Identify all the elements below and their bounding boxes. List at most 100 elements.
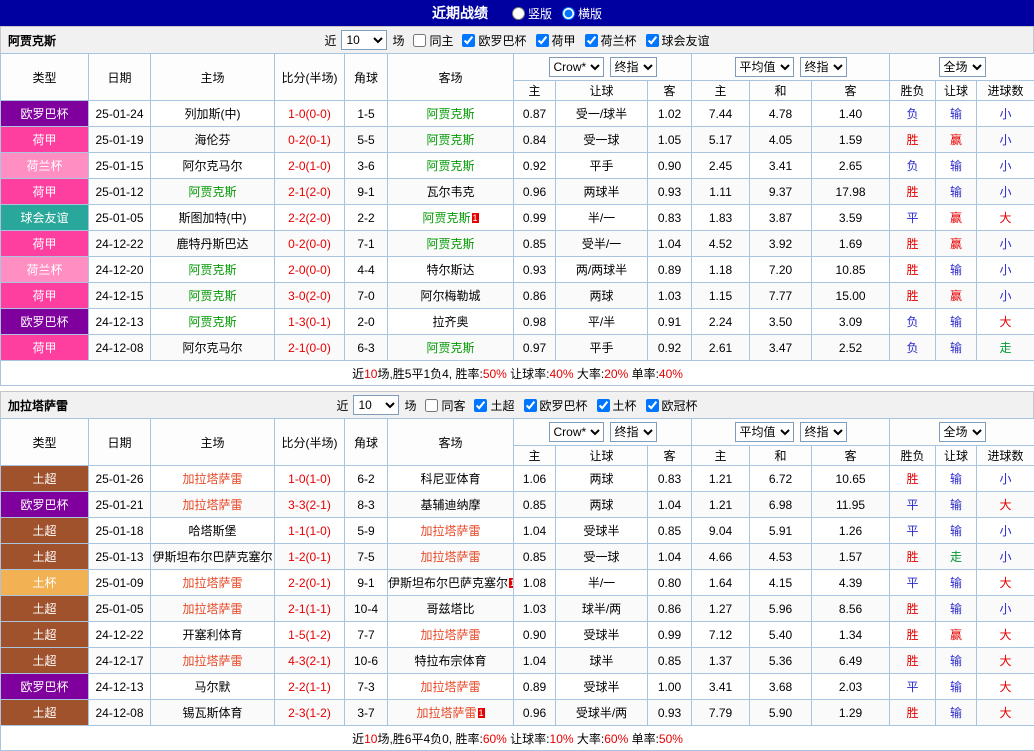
avg-stage-select[interactable]: 终指 [800,422,847,442]
team-link[interactable]: 马尔默 [194,680,230,694]
result-goals-cell: 小 [977,257,1034,283]
team-link[interactable]: 阿贾克斯 [426,159,474,173]
team-link[interactable]: 列加斯(中) [185,107,241,121]
avg-select[interactable]: 平均值 [735,422,794,442]
team-link[interactable]: 科尼亚体育 [420,472,480,486]
league-checkbox-label[interactable]: 欧罗巴杯 [520,397,588,414]
match-date: 25-01-15 [89,153,151,179]
sub-column-header: 客 [812,81,890,101]
avg-away-cell: 11.95 [812,492,890,518]
result-goals-cell: 小 [977,544,1034,570]
team-link[interactable]: 阿贾克斯 [426,107,474,121]
result-goals-cell: 大 [977,570,1034,596]
summary-text: 10 [364,367,377,381]
team-link[interactable]: 阿尔梅勒城 [420,289,480,303]
team-link[interactable]: 加拉塔萨雷 [182,602,242,616]
scope-select[interactable]: 全场 [939,422,986,442]
team-link[interactable]: 伊斯坦布尔巴萨克塞尔 [388,576,508,590]
league-checkbox-label[interactable]: 球会友谊 [642,32,710,49]
score-cell: 1-0(1-0) [275,466,345,492]
team-link[interactable]: 加拉塔萨雷 [420,550,480,564]
league-checkbox[interactable] [646,34,659,47]
team-link[interactable]: 阿贾克斯 [426,341,474,355]
avg-select[interactable]: 平均值 [735,57,794,77]
team-link[interactable]: 瓦尔韦克 [426,185,474,199]
team-link[interactable]: 阿贾克斯 [188,185,236,199]
layout-radio-horizontal[interactable] [562,7,575,20]
handicap-cell: 受球半 [556,518,648,544]
team-link[interactable]: 阿尔克马尔 [182,341,242,355]
team-link[interactable]: 加拉塔萨雷 [182,472,242,486]
team-link[interactable]: 阿贾克斯 [188,289,236,303]
team-link[interactable]: 锡瓦斯体育 [182,706,242,720]
match-count-select[interactable]: 10 [353,395,399,415]
league-checkbox-label[interactable]: 荷甲 [532,32,576,49]
handicap-cell: 受半/一 [556,231,648,257]
match-row: 荷兰杯24-12-20阿贾克斯2-0(0-0)4-4特尔斯达0.93两/两球半0… [1,257,1034,283]
league-type-badge: 球会友谊 [1,205,89,231]
team-link[interactable]: 加拉塔萨雷 [182,498,242,512]
match-count-select[interactable]: 10 [341,30,387,50]
odds-stage-select[interactable]: 终指 [610,422,657,442]
team-link[interactable]: 基辅迪纳摩 [420,498,480,512]
layout-radio-vertical[interactable] [512,7,525,20]
team-link[interactable]: 特尔斯达 [426,263,474,277]
home-team-cell: 伊斯坦布尔巴萨克塞尔 [151,544,275,570]
team-link[interactable]: 开塞利体育 [182,628,242,642]
avg-draw-cell: 4.78 [750,101,812,127]
layout-radio-vertical-label[interactable]: 竖版 [512,5,552,22]
team-link[interactable]: 鹿特丹斯巴达 [176,237,248,251]
team-link[interactable]: 哥兹塔比 [426,602,474,616]
team-link[interactable]: 特拉布宗体育 [414,654,486,668]
same-venue-checkbox[interactable] [413,34,426,47]
league-checkbox[interactable] [597,399,610,412]
team-link[interactable]: 阿贾克斯 [426,133,474,147]
avg-home-cell: 1.27 [692,596,750,622]
match-row: 土超25-01-26加拉塔萨雷1-0(1-0)6-2科尼亚体育1.06两球0.8… [1,466,1034,492]
team-link[interactable]: 哈塔斯堡 [188,524,236,538]
away-odds-cell: 0.92 [648,335,692,361]
league-checkbox-label[interactable]: 荷兰杯 [581,32,637,49]
league-checkbox[interactable] [462,34,475,47]
same-venue-checkbox-label[interactable]: 同主 [409,32,453,49]
league-checkbox[interactable] [646,399,659,412]
league-checkbox[interactable] [585,34,598,47]
same-venue-checkbox-label[interactable]: 同客 [421,397,465,414]
odds-stage-select[interactable]: 终指 [610,57,657,77]
match-date: 25-01-19 [89,127,151,153]
team-link[interactable]: 拉齐奥 [432,315,468,329]
team-link[interactable]: 阿贾克斯 [426,237,474,251]
team-link[interactable]: 阿贾克斯 [422,211,470,225]
league-type-badge: 欧罗巴杯 [1,309,89,335]
team-link[interactable]: 加拉塔萨雷 [182,654,242,668]
team-link[interactable]: 加拉塔萨雷 [182,576,242,590]
league-checkbox[interactable] [536,34,549,47]
team-link[interactable]: 加拉塔萨雷 [420,680,480,694]
team-link[interactable]: 加拉塔萨雷 [420,628,480,642]
team-link[interactable]: 伊斯坦布尔巴萨克塞尔 [152,550,272,564]
team-link[interactable]: 阿尔克马尔 [182,159,242,173]
team-link[interactable]: 加拉塔萨雷 [416,706,476,720]
odds-company-select[interactable]: Crow* [549,57,604,77]
result-handicap-cell: 输 [936,518,977,544]
layout-radio-horizontal-label[interactable]: 横版 [562,5,602,22]
handicap-cell: 受一球 [556,127,648,153]
same-venue-checkbox[interactable] [425,399,438,412]
scope-select[interactable]: 全场 [939,57,986,77]
odds-company-select[interactable]: Crow* [549,422,604,442]
team-link[interactable]: 加拉塔萨雷 [420,524,480,538]
league-checkbox-label[interactable]: 欧罗巴杯 [458,32,526,49]
league-checkbox-label[interactable]: 欧冠杯 [642,397,698,414]
team-link[interactable]: 斯图加特(中) [179,211,247,225]
league-checkbox-label[interactable]: 土杯 [593,397,637,414]
team-link[interactable]: 阿贾克斯 [188,263,236,277]
avg-home-cell: 4.66 [692,544,750,570]
league-checkbox[interactable] [474,399,487,412]
column-header: 主场 [151,419,275,466]
team-link[interactable]: 阿贾克斯 [188,315,236,329]
league-checkbox-label[interactable]: 土超 [470,397,514,414]
team-link[interactable]: 海伦芬 [194,133,230,147]
league-checkbox[interactable] [524,399,537,412]
home-team-cell: 阿尔克马尔 [151,335,275,361]
avg-stage-select[interactable]: 终指 [800,57,847,77]
